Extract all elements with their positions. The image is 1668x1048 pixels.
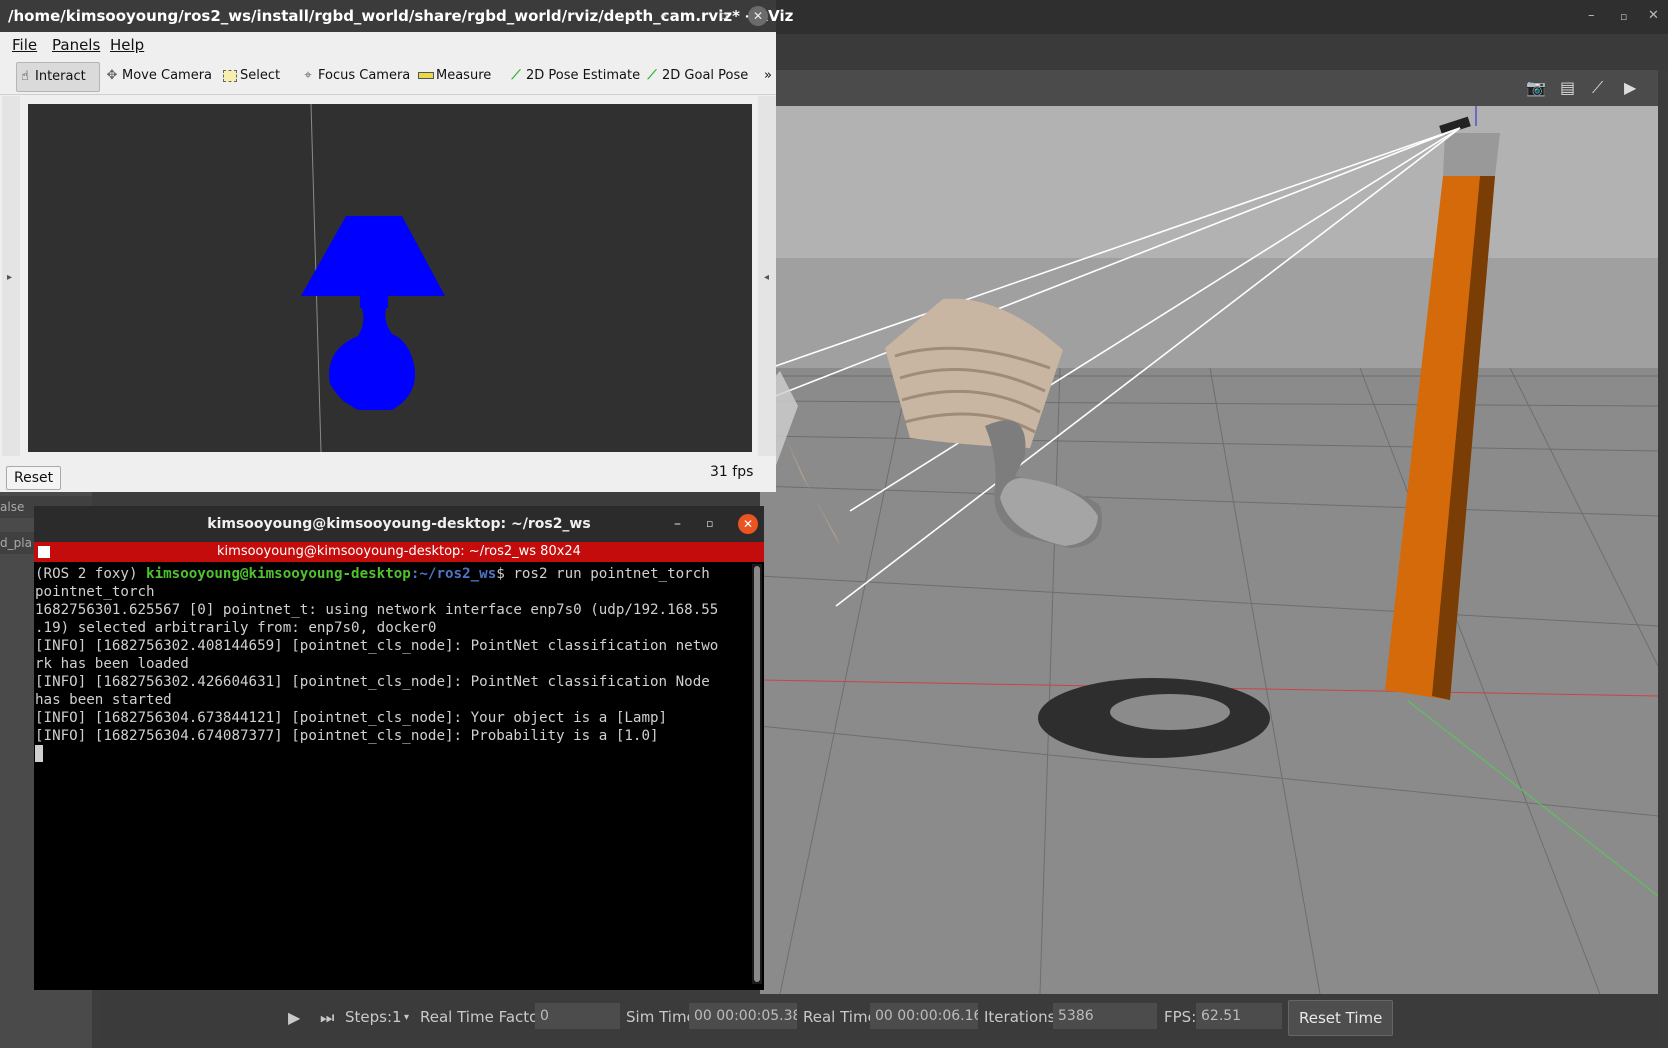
steps-label: Steps: [345, 1008, 393, 1026]
terminal-cursor [35, 745, 43, 762]
rviz-toolbar: ☝ Interact ✥ Move Camera Select ⌖ Focus Cam… [0, 58, 776, 95]
menu-file[interactable]: File [12, 36, 37, 54]
terminal-line: [INFO] [1682756302.408144659] [pointnet_… [35, 638, 719, 654]
plot-icon[interactable]: ⟋ [1592, 78, 1603, 98]
gazebo-scene-render [760, 106, 1658, 994]
move-arrows-icon: ✥ [106, 68, 118, 83]
selection-box-icon [222, 62, 238, 90]
more-tools-button[interactable]: » [764, 62, 772, 90]
terminal-tab-icon [38, 546, 50, 558]
prompt-env: (ROS 2 foxy) [35, 566, 147, 582]
terminal-tab-title: kimsooyoung@kimsooyoung-desktop: ~/ros2_… [217, 544, 581, 559]
gazebo-time-panel: ▶ ⏭ Steps: 1 ▾ Real Time Factor: 0 Sim T… [100, 994, 1658, 1040]
maximize-icon[interactable]: ▫ [706, 506, 713, 542]
reset-time-button[interactable]: Reset Time [1288, 1000, 1394, 1036]
left-dock-collapse[interactable]: ▸ [2, 96, 20, 456]
tool-measure[interactable]: Measure [418, 62, 491, 90]
prompt-user: kimsooyoung@kimsooyoung-desktop [146, 566, 411, 582]
real-time-field: 00 00:00:06.165 [870, 1003, 978, 1029]
terminal-scrollbar[interactable] [752, 564, 762, 984]
ruler-icon [418, 62, 434, 90]
video-icon[interactable]: ▶ [1624, 78, 1636, 97]
tool-2d-pose-estimate[interactable]: ⟋ 2D Pose Estimate [508, 62, 640, 90]
prompt-path: :~/ros2_ws [410, 566, 497, 582]
menu-help[interactable]: Help [110, 36, 144, 54]
tool-interact[interactable]: ☝ Interact [16, 62, 100, 92]
chevron-down-icon[interactable]: ▾ [404, 1012, 409, 1023]
scrollbar-thumb[interactable] [754, 566, 760, 982]
steps-spinbox[interactable]: 1 [392, 1008, 402, 1026]
terminal-line: 1682756301.625567 [0] pointnet_t: using … [35, 602, 719, 618]
minimize-icon[interactable]: – [674, 506, 681, 542]
maximize-icon[interactable]: ▫ [720, 0, 727, 32]
rtf-field: 0 [535, 1003, 620, 1029]
terminal-line: pointnet_torch [35, 584, 155, 600]
close-icon[interactable]: ✕ [1648, 8, 1659, 23]
tool-label: Select [240, 68, 281, 83]
terminal-window: kimsooyoung@kimsooyoung-desktop: ~/ros2_… [34, 506, 764, 990]
tool-label: Interact [35, 69, 86, 84]
close-icon[interactable]: ✕ [738, 514, 758, 534]
play-icon[interactable]: ▶ [288, 1008, 300, 1027]
menu-panels[interactable]: Panels [52, 36, 100, 54]
terminal-line: has been started [35, 692, 172, 708]
rviz-window: /home/kimsooyoung/ros2_ws/install/rgbd_w… [0, 0, 793, 492]
close-icon[interactable]: ✕ [748, 6, 768, 26]
terminal-line: [INFO] [1682756302.426604631] [pointnet_… [35, 674, 710, 690]
chevron-right-icon: ▸ [7, 272, 13, 283]
depth-cloud-render [301, 104, 445, 452]
gazebo-scene-toolbar: 📷 ▤ ⟋ ▶ [760, 70, 1658, 106]
terminal-tab[interactable]: kimsooyoung@kimsooyoung-desktop: ~/ros2_… [34, 542, 764, 562]
maximize-icon[interactable]: ▫ [1620, 10, 1627, 23]
tool-select[interactable]: Select [222, 62, 280, 90]
tool-label: 2D Pose Estimate [526, 68, 641, 83]
tool-label: Measure [436, 68, 492, 83]
tool-focus-camera[interactable]: ⌖ Focus Camera [300, 62, 410, 90]
terminal-title: kimsooyoung@kimsooyoung-desktop: ~/ros2_… [207, 516, 591, 532]
rviz-3d-view[interactable] [28, 104, 752, 452]
fps-field: 62.51 [1196, 1003, 1282, 1029]
green-arrow-icon: ⟋ [511, 68, 521, 83]
tool-label: 2D Goal Pose [662, 68, 749, 83]
minimize-icon[interactable]: – [660, 0, 667, 32]
terminal-line: [INFO] [1682756304.674087377] [pointnet_… [35, 728, 659, 744]
iterations-field: 5386 [1053, 1003, 1157, 1029]
terminal-line: [INFO] [1682756304.673844121] [pointnet_… [35, 710, 668, 726]
hand-pointer-icon: ☝ [21, 69, 29, 84]
gazebo-3d-scene[interactable] [760, 106, 1658, 994]
terminal-line: .19) selected arbitrarily from: enp7s0, … [35, 620, 437, 636]
rviz-window-title: /home/kimsooyoung/ros2_ws/install/rgbd_w… [8, 7, 794, 25]
tool-move-camera[interactable]: ✥ Move Camera [104, 62, 212, 90]
rviz-menubar: File Panels Help [0, 32, 776, 58]
prompt-command: $ ros2 run pointnet_torch [496, 566, 710, 582]
green-arrow-icon: ⟋ [647, 68, 657, 83]
focus-target-icon: ⌖ [304, 68, 312, 83]
tool-2d-goal-pose[interactable]: ⟋ 2D Goal Pose [644, 62, 748, 90]
minimize-icon[interactable]: – [1588, 8, 1595, 23]
rtf-label: Real Time Factor: [420, 1008, 550, 1026]
sim-time-field: 00 00:00:05.386 [689, 1003, 797, 1029]
terminal-output[interactable]: (ROS 2 foxy) kimsooyoung@kimsooyoung-des… [34, 562, 750, 990]
fps-display: 31 fps [710, 464, 754, 480]
fps-label: FPS: [1164, 1008, 1197, 1026]
rviz-titlebar: /home/kimsooyoung/ros2_ws/install/rgbd_w… [0, 0, 793, 32]
terminal-titlebar: kimsooyoung@kimsooyoung-desktop: ~/ros2_… [34, 506, 764, 542]
reset-button[interactable]: Reset [6, 466, 62, 490]
step-icon[interactable]: ⏭ [320, 1008, 334, 1028]
tool-label: Focus Camera [318, 68, 411, 83]
right-dock-collapse[interactable]: ◂ [758, 96, 776, 456]
camera-icon[interactable]: 📷 [1526, 78, 1546, 97]
terminal-line: rk has been loaded [35, 656, 189, 672]
iterations-label: Iterations: [984, 1008, 1061, 1026]
chevron-left-icon: ◂ [764, 272, 770, 283]
log-icon[interactable]: ▤ [1560, 78, 1575, 97]
tool-label: Move Camera [122, 68, 213, 83]
